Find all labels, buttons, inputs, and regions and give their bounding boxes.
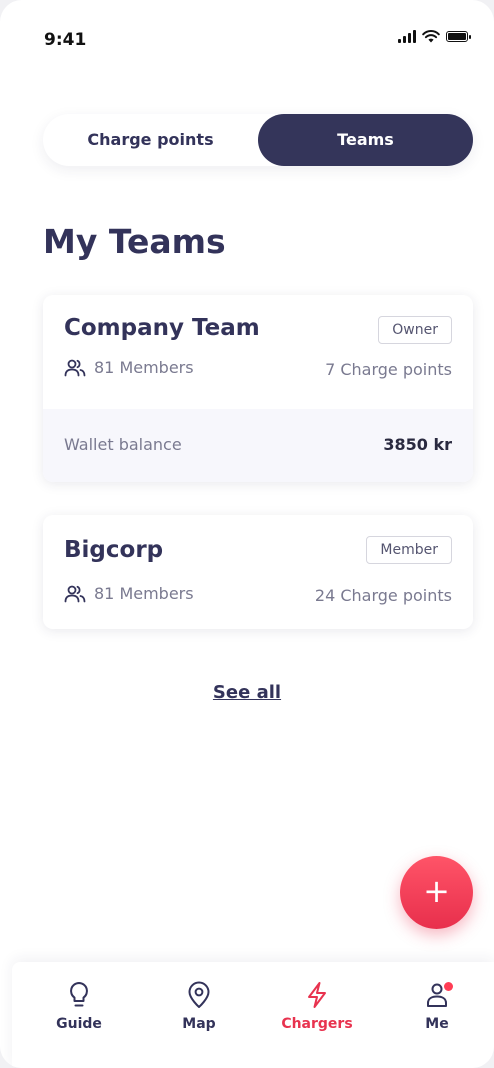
lightbulb-icon	[70, 982, 88, 1007]
role-badge: Member	[366, 536, 452, 564]
charge-points-count: 7 Charge points	[325, 360, 452, 379]
team-name: Company Team	[64, 315, 260, 341]
charge-points-count: 24 Charge points	[314, 586, 452, 605]
see-all-link[interactable]: See all	[213, 682, 281, 703]
team-card[interactable]: Bigcorp Member 81 Members 24 Charge poin…	[43, 515, 473, 629]
nav-label: Guide	[56, 1016, 102, 1032]
wallet-label: Wallet balance	[64, 435, 182, 454]
nav-label: Me	[425, 1016, 449, 1032]
role-badge: Owner	[378, 316, 452, 344]
battery-icon	[446, 31, 471, 42]
status-bar: 9:41	[0, 0, 494, 70]
nav-item-me[interactable]: Me	[392, 980, 482, 1032]
plus-icon: +	[423, 872, 450, 910]
nav-label: Chargers	[281, 1016, 353, 1032]
map-pin-icon	[188, 981, 210, 1008]
see-all-container: See all	[0, 682, 494, 703]
wallet-balance: 3850 kr	[383, 435, 452, 454]
status-time: 9:41	[44, 30, 87, 50]
tab-charge-points[interactable]: Charge points	[43, 114, 258, 166]
lightning-icon	[308, 982, 326, 1008]
notification-dot	[444, 982, 453, 991]
add-team-button[interactable]: +	[400, 856, 473, 929]
tab-teams[interactable]: Teams	[258, 114, 473, 166]
wallet-section: Wallet balance 3850 kr	[43, 409, 473, 482]
cellular-signal-icon	[398, 30, 416, 43]
team-name: Bigcorp	[64, 537, 164, 563]
page-title: My Teams	[43, 222, 226, 261]
team-card[interactable]: Company Team Owner 81 Members 7 Charge p…	[43, 295, 473, 482]
segmented-control: Charge points Teams	[43, 114, 473, 166]
nav-item-map[interactable]: Map	[154, 980, 244, 1032]
members-count: 81 Members	[64, 358, 194, 377]
nav-item-guide[interactable]: Guide	[34, 980, 124, 1032]
members-count: 81 Members	[64, 584, 194, 603]
members-label: 81 Members	[94, 584, 194, 603]
status-icons	[398, 30, 471, 43]
members-label: 81 Members	[94, 358, 194, 377]
nav-item-chargers[interactable]: Chargers	[272, 980, 362, 1032]
app-screen: 9:41 Charge points Teams My Teams Compan…	[0, 0, 494, 1068]
nav-label: Map	[182, 1016, 216, 1032]
users-icon	[64, 359, 86, 376]
bottom-nav: Guide Map Chargers Me	[12, 962, 494, 1068]
users-icon	[64, 585, 86, 602]
wifi-icon	[422, 30, 440, 43]
